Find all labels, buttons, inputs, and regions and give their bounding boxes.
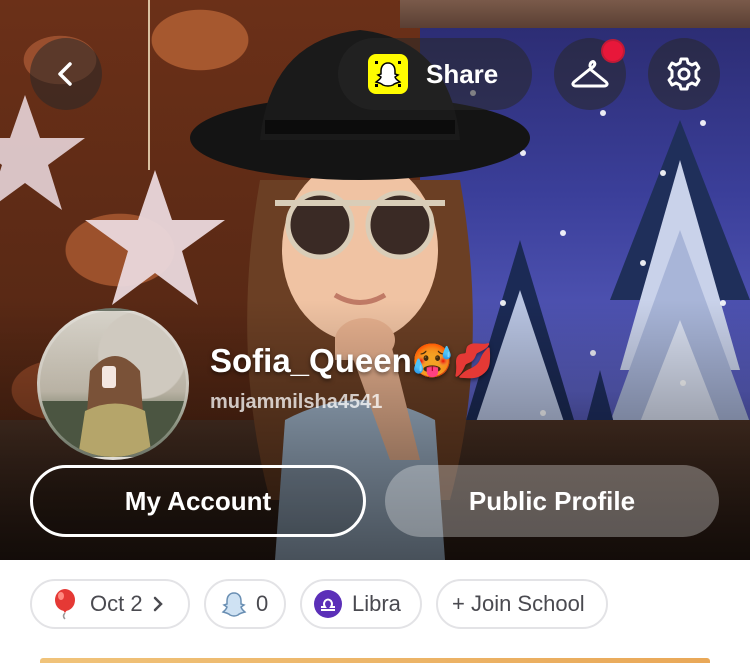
username: mujammilsha4541 (210, 391, 383, 413)
friends-count: 0 (256, 591, 269, 616)
settings-button[interactable] (648, 38, 720, 110)
next-section-edge (40, 658, 710, 663)
notification-dot (601, 39, 625, 63)
hanger-icon (571, 60, 609, 88)
my-account-button[interactable]: My Account (30, 465, 366, 537)
hanging-star (0, 95, 85, 210)
share-button[interactable]: Share (338, 38, 532, 110)
chevron-right-icon (153, 596, 163, 612)
balloon-icon (55, 589, 75, 620)
zodiac-label: Libra (352, 591, 401, 616)
zodiac-chip[interactable]: Libra (300, 579, 422, 629)
display-name: Sofia_Queen🥵💋 (210, 342, 494, 379)
back-button[interactable] (30, 38, 102, 110)
profile-photo[interactable] (37, 308, 189, 460)
public-profile-button[interactable]: Public Profile (385, 465, 719, 537)
join-school-label: + Join School (452, 591, 585, 616)
birthday-chip[interactable]: Oct 2 (30, 579, 190, 629)
person-selfie-image (40, 356, 186, 457)
ghost-icon (221, 592, 247, 617)
join-school-chip[interactable]: + Join School (436, 579, 608, 629)
snapcode-icon (368, 54, 408, 94)
gear-icon (667, 57, 701, 91)
friends-count-chip[interactable]: 0 (204, 579, 286, 629)
libra-icon (314, 590, 342, 618)
birthday-label: Oct 2 (90, 591, 143, 616)
share-label: Share (426, 58, 499, 89)
chevron-left-icon (58, 62, 72, 86)
star-string (148, 0, 150, 170)
